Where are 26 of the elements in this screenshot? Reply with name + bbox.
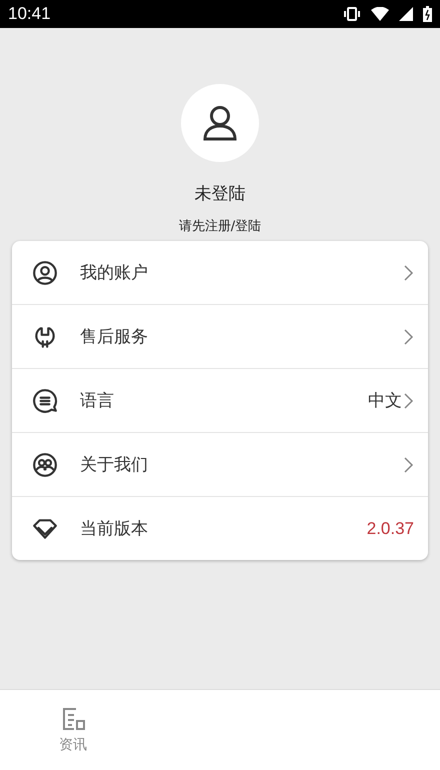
person-icon <box>203 105 237 141</box>
menu-label: 售后服务 <box>80 326 149 348</box>
person-circle-icon <box>32 260 58 286</box>
news-icon <box>60 706 86 732</box>
menu-item[interactable]: 语言 中文 <box>12 368 428 432</box>
menu-label: 语言 <box>80 390 115 412</box>
menu-label: 我的账户 <box>80 262 149 284</box>
menu-label: 当前版本 <box>80 518 149 540</box>
chat-bubble-icon <box>32 388 58 414</box>
vibrate-icon <box>343 7 361 21</box>
menu-item[interactable]: 我的账户 <box>12 241 428 304</box>
battery-icon <box>423 6 432 22</box>
menu-item[interactable]: 售后服务 <box>12 304 428 368</box>
chevron-right-icon <box>402 264 414 282</box>
signal-icon <box>399 7 413 21</box>
wifi-icon <box>371 7 389 21</box>
chevron-right-icon <box>402 392 414 410</box>
chevron-right-icon <box>402 456 414 474</box>
menu-label: 关于我们 <box>80 454 149 476</box>
version-number: 2.0.37 <box>366 518 414 538</box>
user-name: 未登陆 <box>194 183 246 205</box>
status-time: 10:41 <box>8 4 51 24</box>
chevron-right-icon <box>402 328 414 346</box>
menu-value: 中文 <box>368 390 402 412</box>
people-circle-icon <box>32 452 58 478</box>
login-hint[interactable]: 请先注册/登陆 <box>178 217 262 235</box>
